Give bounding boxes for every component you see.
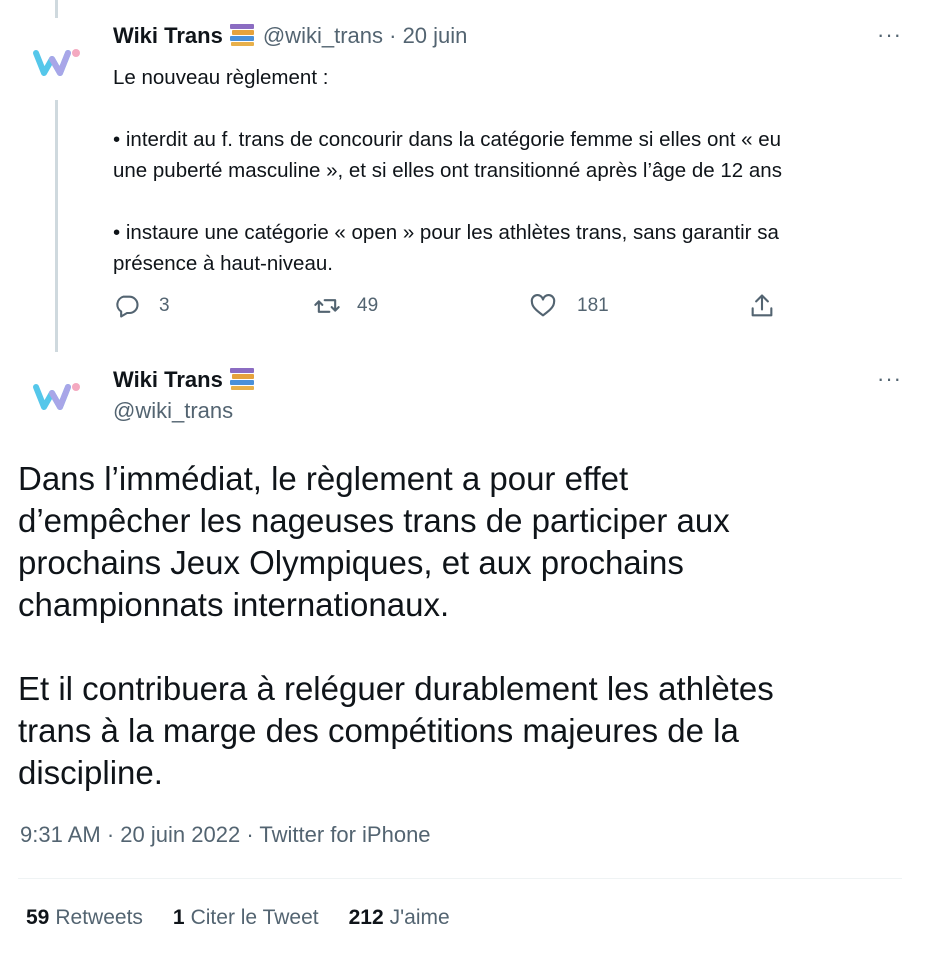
paragraph: • interdit au f. trans de concourir dans… xyxy=(113,128,782,182)
wiki-trans-logo-icon xyxy=(33,49,80,76)
retweet-count: 49 xyxy=(357,295,379,316)
handle[interactable]: @wiki_trans xyxy=(113,397,233,425)
books-emoji-icon xyxy=(229,367,255,398)
paragraph: Et il contribuera à reléguer durablement… xyxy=(18,670,774,791)
share-icon xyxy=(751,294,773,317)
separator: · xyxy=(389,23,397,48)
likes-stat[interactable]: 212 J'aime xyxy=(349,906,450,930)
separator: · xyxy=(246,822,254,847)
divider xyxy=(18,878,902,879)
paragraph: Dans l’immédiat, le règlement a pour eff… xyxy=(18,460,730,623)
like-icon xyxy=(530,294,556,317)
like-button[interactable]: 181 xyxy=(529,292,609,320)
reply-button[interactable]: 3 xyxy=(113,292,170,320)
reply-icon xyxy=(116,295,139,318)
retweet-button[interactable]: 49 xyxy=(313,292,378,320)
more-icon[interactable]: ··· xyxy=(877,366,902,392)
avatar[interactable] xyxy=(31,370,83,422)
tweet-header: Wiki Trans xyxy=(113,366,263,398)
tweet-header: Wiki Trans @wiki_trans · 20 juin xyxy=(113,22,467,54)
books-emoji-icon xyxy=(229,23,255,54)
tweet-text: Dans l’immédiat, le règlement a pour eff… xyxy=(18,458,908,794)
quotes-stat[interactable]: 1 Citer le Tweet xyxy=(173,906,319,930)
wiki-trans-logo-icon xyxy=(33,383,80,410)
display-name[interactable]: Wiki Trans xyxy=(113,23,223,48)
retweets-stat[interactable]: 59 Retweets xyxy=(26,906,143,930)
share-button[interactable] xyxy=(748,292,776,320)
more-icon[interactable]: ··· xyxy=(877,22,902,48)
paragraph: • instaure une catégorie « open » pour l… xyxy=(113,221,779,275)
tweet-time[interactable]: 9:31 AM xyxy=(20,822,101,847)
handle[interactable]: @wiki_trans xyxy=(263,23,383,48)
engagement-stats: 59 Retweets 1 Citer le Tweet 212 J'aime xyxy=(26,906,480,930)
tweet-date[interactable]: 20 juin xyxy=(403,23,468,48)
separator: · xyxy=(106,822,115,847)
display-name[interactable]: Wiki Trans xyxy=(113,367,223,392)
tweet-date[interactable]: 20 juin 2022 xyxy=(120,822,240,847)
client-link[interactable]: Twitter for iPhone xyxy=(259,822,430,847)
retweet-icon xyxy=(314,299,340,313)
like-count: 181 xyxy=(577,295,609,316)
reply-count: 3 xyxy=(159,295,170,316)
tweet-metadata: 9:31 AM · 20 juin 2022 · Twitter for iPh… xyxy=(20,822,431,848)
tweet-text: Le nouveau règlement : • interdit au f. … xyxy=(113,62,903,279)
avatar[interactable] xyxy=(31,36,83,88)
thread-line-top xyxy=(55,0,58,18)
thread-line xyxy=(55,100,58,352)
paragraph: Le nouveau règlement : xyxy=(113,66,329,89)
